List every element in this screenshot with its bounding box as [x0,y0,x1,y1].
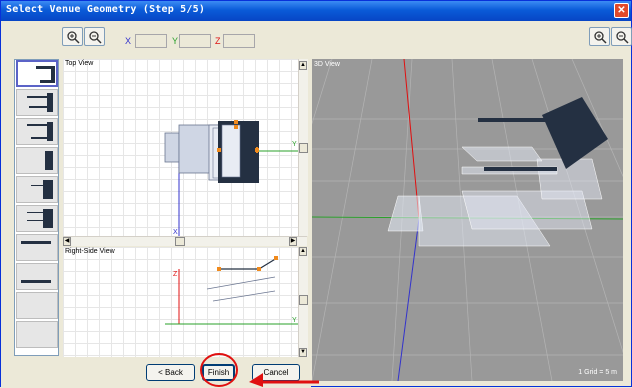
dialog-window: Select Venue Geometry (Step 5/5) ✕ X Y Z… [0,0,632,387]
side-view-y-axis-label: Y [292,317,297,324]
thumbnail-item[interactable] [16,147,58,174]
scroll-up-arrow[interactable]: ▲ [299,61,307,70]
scrollbar-thumb[interactable] [299,295,308,305]
thumbnail-item[interactable] [16,176,58,203]
dialog-button-bar: < Back Finish Cancel [1,358,311,387]
geometry-thumbnail-list[interactable] [14,59,59,356]
top-view-canvas[interactable]: Top View Y X [63,59,298,236]
thumbnail-item[interactable] [16,234,58,261]
thumbnail-item[interactable] [16,60,58,87]
side-view-z-axis-label: Z [173,271,178,278]
zoom-in-button-3d[interactable] [589,27,610,46]
thumbnail-item[interactable] [16,89,58,116]
thumbnail-item[interactable] [16,292,58,319]
top-view-y-axis-label: Y [292,141,297,148]
top-view-x-axis-label: X [173,229,178,236]
y-coord-field[interactable] [179,34,211,48]
zoom-out-button-3d[interactable] [611,27,632,46]
z-coord-label: Z [215,36,221,46]
x-coord-field[interactable] [135,34,167,48]
zoom-in-icon [67,31,80,44]
side-view-canvas[interactable]: Right-Side View Z Y [63,247,298,357]
zoom-out-icon [89,31,102,44]
grid-scale-label: 1 Grid = 5 m [578,369,617,376]
thumbnail-item[interactable] [16,321,58,348]
window-title: Select Venue Geometry (Step 5/5) [6,4,206,15]
thumbnail-item[interactable] [16,118,58,145]
side-view-vertical-scrollbar[interactable]: ▲ ▼ [298,247,308,357]
z-coord-field[interactable] [223,34,255,48]
zoom-in-button-2d[interactable] [62,27,83,46]
y-coord-label: Y [172,36,179,46]
thumbnail-item[interactable] [16,263,58,290]
scrollbar-thumb[interactable] [175,237,185,246]
scrollbar-thumb[interactable] [299,143,308,153]
zoom-out-button-2d[interactable] [84,27,105,46]
zoom-in-icon [594,31,607,44]
close-icon: ✕ [617,5,626,16]
scroll-up-arrow[interactable]: ▲ [299,247,307,256]
thumbnail-item[interactable] [16,205,58,232]
top-view-vertical-scrollbar[interactable]: ▲ [298,59,308,236]
zoom-out-icon [616,31,629,44]
cancel-button[interactable]: Cancel [252,364,300,381]
close-button[interactable]: ✕ [614,3,629,18]
3d-view-canvas[interactable]: 3D View 1 Grid = 5 m [312,59,623,381]
scroll-down-arrow[interactable]: ▼ [299,348,307,357]
3d-view-label: 3D View [314,61,340,68]
scroll-left-arrow[interactable]: ◀ [63,237,71,246]
scroll-right-arrow[interactable]: ▶ [289,237,297,246]
x-coord-label: X [125,36,132,46]
finish-button[interactable]: Finish [202,364,235,381]
back-button[interactable]: < Back [146,364,195,381]
top-view-horizontal-scrollbar[interactable]: ◀ ▶ [63,236,307,246]
title-bar[interactable]: Select Venue Geometry (Step 5/5) ✕ [1,1,631,21]
